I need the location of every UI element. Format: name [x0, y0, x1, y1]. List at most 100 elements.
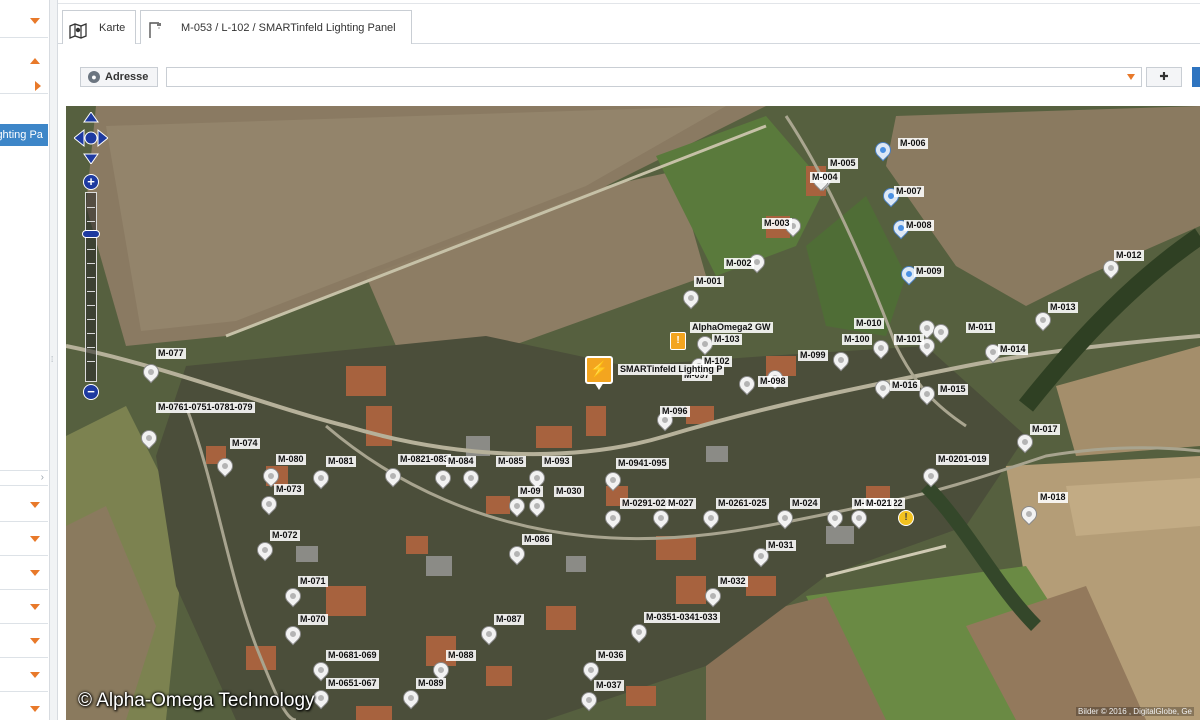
warning-icon: ! — [904, 512, 908, 523]
map-pin-icon — [649, 506, 673, 530]
streetlight-marker[interactable] — [823, 506, 847, 534]
splitter[interactable]: ⁞ — [50, 0, 58, 720]
streetlight-marker[interactable] — [1099, 256, 1123, 284]
zoom-in-button[interactable]: + — [83, 174, 99, 190]
zoom-slider[interactable] — [85, 192, 97, 382]
streetlight-marker[interactable] — [735, 372, 759, 400]
streetlight-marker[interactable] — [919, 464, 943, 492]
warning-marker[interactable]: ! — [898, 510, 914, 526]
streetlight-marker[interactable] — [1017, 502, 1041, 530]
marker-label: M-0761-0751-0781-079 — [156, 402, 255, 413]
streetlight-marker[interactable] — [399, 686, 423, 714]
accordion-header[interactable] — [0, 70, 48, 94]
streetlight-marker[interactable] — [213, 454, 237, 482]
marker-label: M-103 — [712, 334, 742, 345]
satellite-map[interactable]: + − M-006 M-005 M-007 M-004 M-008 M-003 M-009 M… — [66, 106, 1200, 720]
marker-label: M-001 — [694, 276, 724, 287]
pin-icon: ✚ — [1159, 71, 1169, 83]
zoom-tick — [87, 305, 95, 306]
map-pin-icon — [627, 620, 651, 644]
streetlight-marker[interactable] — [699, 506, 723, 534]
map-pin-icon — [459, 466, 483, 490]
zoom-out-button[interactable]: − — [83, 384, 99, 400]
pin-button[interactable]: ✚ — [1146, 67, 1182, 87]
streetlight-marker[interactable] — [847, 506, 871, 534]
streetlight-marker[interactable] — [649, 506, 673, 534]
map-pin-icon — [139, 360, 163, 384]
marker-label: M-085 — [496, 456, 526, 467]
streetlight-marker[interactable] — [281, 622, 305, 650]
map-pin-icon — [257, 492, 281, 516]
streetlight-marker[interactable] — [701, 584, 725, 612]
streetlight-marker[interactable] — [1031, 308, 1055, 336]
gateway-icon: ! — [676, 335, 680, 346]
dropdown-arrow-icon[interactable] — [1127, 74, 1135, 80]
address-combobox[interactable] — [166, 67, 1142, 87]
marker-label: M-072 — [270, 530, 300, 541]
address-button[interactable]: ● Adresse — [80, 67, 158, 87]
streetlight-marker[interactable] — [257, 492, 281, 520]
accordion-header[interactable] — [0, 590, 48, 624]
accordion-header[interactable] — [0, 522, 48, 556]
map-pin-icon — [505, 542, 529, 566]
streetlight-marker[interactable] — [253, 538, 277, 566]
accordion-header[interactable] — [0, 692, 48, 720]
streetlight-marker[interactable] — [381, 464, 405, 492]
marker-label: M-004 — [810, 172, 840, 183]
streetlight-marker[interactable] — [871, 138, 895, 166]
streetlight-marker[interactable] — [505, 494, 529, 522]
side-button[interactable] — [1192, 67, 1200, 87]
streetlight-marker[interactable] — [627, 620, 651, 648]
streetlight-marker[interactable] — [459, 466, 483, 494]
accordion-header[interactable] — [0, 556, 48, 590]
tab-lighting-panel-label: M-053 / L-102 / SMARTinfeld Lighting Pan… — [181, 22, 396, 34]
marker-label: M-096 — [660, 406, 690, 417]
zoom-slider-handle[interactable] — [82, 230, 100, 238]
accordion-header[interactable] — [0, 658, 48, 692]
marker-label: M-099 — [798, 350, 828, 361]
marker-tip — [594, 382, 604, 390]
streetlight-marker[interactable] — [915, 382, 939, 410]
streetlight-marker[interactable] — [601, 468, 625, 496]
zoom-tick — [87, 263, 95, 264]
marker-label: M-015 — [938, 384, 968, 395]
map-pin-icon — [699, 506, 723, 530]
tab-lighting-panel[interactable]: M-053 / L-102 / SMARTinfeld Lighting Pan… — [140, 10, 412, 45]
map-pin-icon — [701, 584, 725, 608]
streetlight-marker[interactable] — [773, 506, 797, 534]
streetlight-marker[interactable] — [749, 544, 773, 572]
lighting-panel-marker[interactable]: ⚡ — [585, 356, 613, 392]
streetlight-marker[interactable] — [601, 506, 625, 534]
streetlight-marker[interactable] — [679, 286, 703, 314]
streetlight-marker[interactable] — [505, 542, 529, 570]
gateway-marker[interactable]: ! — [670, 332, 686, 350]
sidebar-scrollbar[interactable]: › — [0, 470, 48, 486]
streetlight-marker[interactable] — [139, 360, 163, 388]
streetlight-marker[interactable] — [281, 584, 305, 612]
streetlight-marker[interactable] — [829, 348, 853, 376]
marker-label: M-101 — [894, 334, 924, 345]
map-pin-icon — [505, 494, 529, 518]
streetlight-marker[interactable] — [525, 494, 549, 522]
accordion-header[interactable] — [0, 624, 48, 658]
streetlight-marker[interactable] — [477, 622, 501, 650]
streetlight-marker[interactable] — [431, 466, 455, 494]
accordion-header[interactable] — [0, 488, 48, 522]
streetlight-marker[interactable] — [577, 688, 601, 716]
zoom-tick — [87, 333, 95, 334]
pan-arrows-icon[interactable] — [74, 112, 108, 164]
streetlight-marker[interactable] — [137, 426, 161, 454]
selected-tree-item[interactable]: ighting Pa — [0, 124, 48, 146]
marker-label: M-073 — [274, 484, 304, 495]
left-sidebar: ighting Pa › — [0, 0, 50, 720]
streetlight-marker[interactable] — [869, 336, 893, 364]
marker-label: M-013 — [1048, 302, 1078, 313]
address-toolbar: ● Adresse ✚ — [58, 44, 1200, 106]
streetlight-marker[interactable] — [309, 466, 333, 494]
accordion-header[interactable] — [0, 4, 48, 38]
zoom-tick — [87, 221, 95, 222]
tab-map[interactable]: Karte — [62, 10, 136, 45]
map-pin-icon — [847, 506, 871, 530]
streetlight-marker[interactable] — [1013, 430, 1037, 458]
marker-label: M-005 — [828, 158, 858, 169]
